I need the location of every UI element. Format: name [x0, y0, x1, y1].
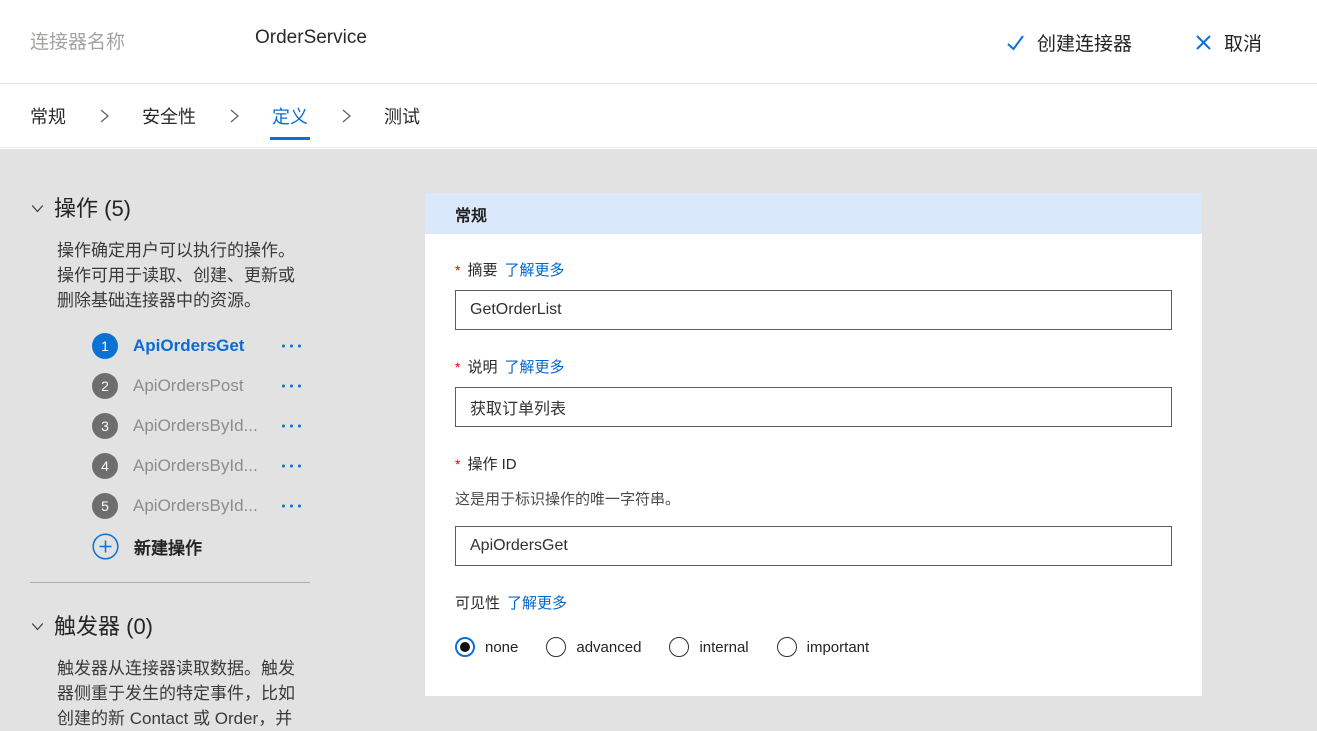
operations-list: 1 ApiOrdersGet 2 ApiOrdersPost 3 ApiOrde…: [30, 326, 380, 526]
radio-label: advanced: [576, 639, 641, 656]
close-icon: [1194, 33, 1213, 52]
panel-body: * 摘要 了解更多 * 说明 了解更多 * 操作 ID 这是用于标识操作的唯一字…: [425, 234, 1202, 657]
visibility-label-text: 可见性: [455, 592, 500, 613]
content-area: 操作 (5) 操作确定用户可以执行的操作。 操作可用于读取、创建、更新或 删除基…: [0, 149, 1317, 731]
operation-item[interactable]: 4 ApiOrdersById...: [30, 446, 340, 486]
operation-label: ApiOrdersById...: [133, 496, 258, 516]
tab-security[interactable]: 安全性: [142, 85, 196, 148]
visibility-radio-group: none advanced internal important: [455, 637, 1172, 657]
radio-label: important: [807, 639, 870, 656]
chevron-down-icon: [30, 201, 45, 216]
summary-learn-more-link[interactable]: 了解更多: [504, 259, 564, 280]
connector-name-label: 连接器名称: [30, 27, 125, 54]
operation-index-badge: 1: [92, 333, 118, 359]
radio-label: internal: [699, 639, 748, 656]
operation-index-badge: 4: [92, 453, 118, 479]
operation-label: ApiOrdersById...: [133, 416, 258, 436]
tab-definition[interactable]: 定义: [272, 85, 308, 148]
required-asterisk: *: [455, 262, 460, 278]
operation-index-badge: 3: [92, 413, 118, 439]
summary-label-text: 摘要: [467, 259, 497, 280]
sidebar-divider: [30, 582, 310, 583]
visibility-radio-important[interactable]: important: [777, 637, 870, 657]
plus-circle-icon: [92, 533, 119, 560]
sidebar: 操作 (5) 操作确定用户可以执行的操作。 操作可用于读取、创建、更新或 删除基…: [30, 149, 380, 731]
required-asterisk: *: [455, 359, 460, 375]
radio-button-icon: [455, 637, 475, 657]
top-bar: 连接器名称 OrderService 创建连接器 取消: [0, 0, 1317, 84]
wizard-tabbar: 常规 安全性 定义 测试: [0, 85, 1317, 148]
cancel-label: 取消: [1224, 29, 1262, 56]
operation-label: ApiOrdersGet: [133, 336, 244, 356]
operation-id-label-text: 操作 ID: [467, 453, 516, 474]
actions-section-header[interactable]: 操作 (5): [30, 191, 380, 223]
radio-button-icon: [546, 637, 566, 657]
create-connector-button[interactable]: 创建连接器: [1005, 29, 1132, 56]
visibility-radio-none[interactable]: none: [455, 637, 518, 657]
operation-item[interactable]: 2 ApiOrdersPost: [30, 366, 340, 406]
more-options-icon[interactable]: [278, 459, 305, 474]
new-operation-label: 新建操作: [134, 534, 202, 559]
operation-index-badge: 5: [92, 493, 118, 519]
operation-label: ApiOrdersPost: [133, 376, 244, 396]
actions-section-title: 操作 (5): [54, 191, 131, 223]
panel-header: 常规: [425, 193, 1202, 234]
create-connector-label: 创建连接器: [1037, 29, 1132, 56]
more-options-icon[interactable]: [278, 339, 305, 354]
panel-title: 常规: [455, 202, 487, 226]
visibility-radio-advanced[interactable]: advanced: [546, 637, 641, 657]
description-input[interactable]: [455, 387, 1172, 427]
triggers-description: 触发器从连接器读取数据。触发 器侧重于发生的特定事件，比如 创建的新 Conta…: [57, 656, 380, 731]
chevron-right-icon: [96, 107, 112, 125]
description-label-text: 说明: [467, 356, 497, 377]
operation-item[interactable]: 1 ApiOrdersGet: [30, 326, 340, 366]
operation-id-field-label: * 操作 ID: [455, 453, 1172, 474]
operation-id-input[interactable]: [455, 526, 1172, 566]
connector-name-value[interactable]: OrderService: [255, 27, 367, 49]
more-options-icon[interactable]: [278, 499, 305, 514]
visibility-field-label: 可见性 了解更多: [455, 592, 1172, 613]
actions-description: 操作确定用户可以执行的操作。 操作可用于读取、创建、更新或 删除基础连接器中的资…: [57, 238, 380, 313]
radio-button-icon: [777, 637, 797, 657]
cancel-button[interactable]: 取消: [1194, 29, 1262, 56]
general-panel: 常规 * 摘要 了解更多 * 说明 了解更多 * 操作 ID 这是用于标识操作的…: [425, 193, 1202, 696]
chevron-right-icon: [338, 107, 354, 125]
visibility-learn-more-link[interactable]: 了解更多: [507, 592, 567, 613]
description-field-label: * 说明 了解更多: [455, 356, 1172, 377]
more-options-icon[interactable]: [278, 419, 305, 434]
description-learn-more-link[interactable]: 了解更多: [504, 356, 564, 377]
operation-label: ApiOrdersById...: [133, 456, 258, 476]
visibility-radio-internal[interactable]: internal: [669, 637, 748, 657]
triggers-section-title: 触发器 (0): [54, 609, 153, 641]
operation-item[interactable]: 5 ApiOrdersById...: [30, 486, 340, 526]
operation-index-badge: 2: [92, 373, 118, 399]
required-asterisk: *: [455, 456, 460, 472]
tab-test[interactable]: 测试: [384, 85, 420, 148]
summary-input[interactable]: [455, 290, 1172, 330]
more-options-icon[interactable]: [278, 379, 305, 394]
operation-id-helper-text: 这是用于标识操作的唯一字符串。: [455, 488, 1172, 509]
chevron-right-icon: [226, 107, 242, 125]
operation-item[interactable]: 3 ApiOrdersById...: [30, 406, 340, 446]
summary-field-label: * 摘要 了解更多: [455, 259, 1172, 280]
tab-general[interactable]: 常规: [30, 85, 66, 148]
triggers-section-header[interactable]: 触发器 (0): [30, 609, 380, 641]
radio-label: none: [485, 639, 518, 656]
new-operation-button[interactable]: 新建操作: [30, 526, 380, 566]
chevron-down-icon: [30, 619, 45, 634]
checkmark-icon: [1005, 32, 1026, 53]
topbar-actions: 创建连接器 取消: [1005, 0, 1262, 84]
radio-button-icon: [669, 637, 689, 657]
